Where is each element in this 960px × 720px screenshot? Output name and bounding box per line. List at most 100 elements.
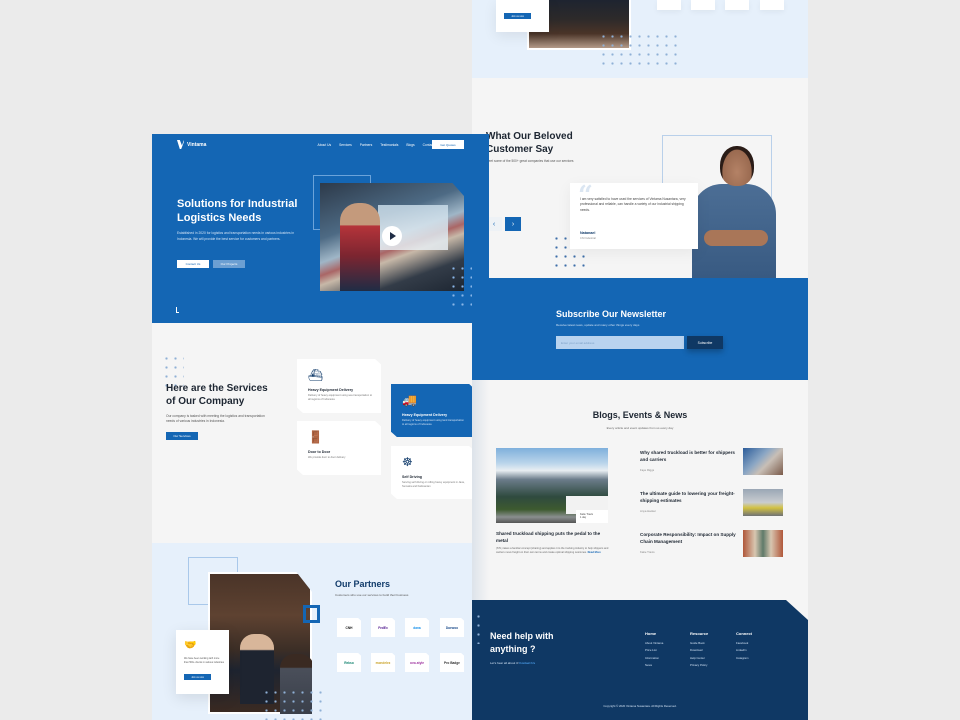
blog-thumbnail[interactable] — [743, 489, 783, 516]
featured-author-tag: Katie Travis 1 day — [576, 510, 608, 523]
footer-heading: Home — [645, 631, 657, 636]
subscribe-button[interactable]: Subscribe — [687, 336, 723, 349]
join-us-button[interactable]: Join us now — [504, 13, 531, 19]
dot-pattern — [474, 612, 480, 644]
partner-logo: Pro Badge — [440, 653, 464, 672]
blog-item[interactable]: Corporate Responsibility: Impact on Supp… — [640, 531, 740, 554]
partners-title: Our Partners — [335, 579, 391, 589]
service-card[interactable]: ⛴ Heavy Equipment Delivery Delivery of h… — [297, 359, 381, 413]
footer-contact-link[interactable]: Contact Us — [519, 661, 535, 665]
blog-title[interactable]: Corporate Responsibility: Impact on Supp… — [640, 531, 740, 545]
partner-logo — [657, 0, 681, 10]
partners-description: Customers who use our services to build … — [335, 593, 409, 597]
footer-link[interactable]: Facebook — [736, 641, 752, 645]
footer-link[interactable]: Privacy Policy — [690, 663, 708, 667]
next-button[interactable]: › — [505, 217, 521, 231]
blogs-description: Every article and event updates from us … — [606, 426, 674, 430]
blog-author: Faye Riggs — [640, 468, 655, 472]
service-card-text: Delivery of heavy equipment using sea tr… — [308, 394, 373, 401]
footer-column-resource: Resource Guide Book Download Help Center… — [690, 631, 708, 671]
nav-about[interactable]: About Us — [318, 143, 332, 147]
testimonial-text: I am very satisfied to have used the ser… — [580, 197, 686, 212]
blog-thumbnail[interactable] — [743, 448, 783, 475]
featured-blog-title[interactable]: Shared truckload shipping puts the pedal… — [496, 530, 612, 544]
partner-logo: FedEx — [371, 618, 395, 637]
service-card[interactable]: 🚪 Door to Door We provide door to door d… — [297, 421, 381, 475]
steering-wheel-icon: ☸ — [402, 455, 413, 469]
brand-logo[interactable]: Vintama — [177, 140, 206, 149]
partner-logo: dana — [405, 618, 429, 637]
join-us-button[interactable]: Join us now — [184, 674, 211, 680]
newsletter-section: Subscribe Our Newsletter Receive latest … — [472, 278, 808, 380]
newsletter-title: Subscribe Our Newsletter — [556, 309, 667, 319]
blog-item[interactable]: The ultimate guide to lowering your frei… — [640, 490, 740, 513]
service-card-active[interactable]: 🚚 Heavy Equipment Delivery Delivery of h… — [391, 384, 475, 437]
page-mockup-left: Vintama About Us Services Partners Testi… — [152, 134, 489, 720]
chevron-right-icon: › — [511, 220, 515, 228]
partner-logo: mondelez — [371, 653, 395, 672]
footer-link[interactable]: LinkedIn — [736, 648, 752, 652]
join-card: Join us now — [496, 0, 549, 32]
nav-services[interactable]: Services — [339, 143, 352, 147]
door-icon: 🚪 — [308, 430, 323, 444]
blog-item[interactable]: Why shared truckload is better for shipp… — [640, 449, 740, 472]
decorative-square — [303, 605, 320, 623]
partner-logo — [691, 0, 715, 10]
nav-testimonials[interactable]: Testimonials — [380, 143, 398, 147]
partners-section-continued: Join us now — [472, 0, 808, 78]
blog-thumbnail[interactable] — [743, 530, 783, 557]
contact-us-button[interactable]: Contact Us — [177, 260, 209, 268]
nav-partners[interactable]: Partners — [360, 143, 372, 147]
partner-logo: Daewoo — [440, 618, 464, 637]
get-quotes-button[interactable]: Get Quotes — [432, 140, 464, 149]
footer-link[interactable]: Help Center — [690, 656, 708, 660]
partner-logo — [725, 0, 749, 10]
footer-column-home: Home About Vintama Price List Informatio… — [645, 631, 663, 671]
featured-blog-image[interactable]: Katie Travis 1 day — [496, 448, 608, 523]
hero-description: Established in 2020 for logistics and tr… — [177, 231, 295, 241]
blog-title[interactable]: The ultimate guide to lowering your frei… — [640, 490, 740, 504]
our-services-button[interactable]: Our Services — [166, 432, 198, 440]
our-projects-button[interactable]: Our Projects — [213, 260, 245, 268]
hero-section: Vintama About Us Services Partners Testi… — [152, 134, 489, 323]
footer-link[interactable]: Information — [645, 656, 663, 660]
service-card-title: Self Driving — [402, 475, 422, 479]
newsletter-description: Receive latest news, update and many oth… — [556, 323, 640, 327]
customer-photo — [692, 146, 776, 278]
hero-edge-strip — [472, 134, 489, 380]
partner-logo — [760, 0, 784, 10]
nav-blogs[interactable]: Blogs — [406, 143, 414, 147]
partners-section: 🤝 We have been working with more than 50… — [152, 543, 489, 720]
decorative-corner — [786, 600, 808, 620]
blog-title[interactable]: Why shared truckload is better for shipp… — [640, 449, 740, 463]
footer-link[interactable]: Price List — [645, 648, 663, 652]
blog-author: Anya Hacker — [640, 509, 657, 513]
ship-icon: ⛴ — [308, 368, 324, 382]
footer-link[interactable]: About Vintama — [645, 641, 663, 645]
testimonial-company: CNI Industrial — [580, 237, 596, 240]
service-card-text: Serving self driving or rolling heavy eq… — [402, 481, 465, 488]
play-button[interactable] — [382, 226, 402, 246]
copyright: Copyright © 2020 Vintama Nusantara. All … — [603, 704, 677, 708]
join-card-text: We have been working with more than 500+… — [184, 657, 224, 664]
footer-heading: Connect — [736, 631, 752, 636]
read-more-link[interactable]: Read More — [588, 551, 601, 554]
truck-icon: 🚚 — [402, 393, 417, 407]
footer-heading: Resource — [690, 631, 709, 636]
scroll-down-icon[interactable] — [176, 307, 179, 313]
blogs-title: Blogs, Events & News — [592, 410, 688, 420]
play-icon — [390, 232, 396, 240]
footer-link[interactable]: Instagram — [736, 656, 752, 660]
footer-link[interactable]: Guide Book — [690, 641, 708, 645]
footer-link[interactable]: Download — [690, 648, 708, 652]
main-nav: About Us Services Partners Testimonials … — [318, 143, 434, 147]
footer-link[interactable]: News — [645, 663, 663, 667]
service-card-title: Heavy Equipment Delivery — [308, 388, 354, 392]
brand-name: Vintama — [187, 141, 207, 148]
footer-title: Need help with anything ? — [490, 631, 554, 654]
service-card[interactable]: ☸ Self Driving Serving self driving or r… — [391, 446, 475, 499]
footer-column-connect: Connect Facebook LinkedIn Instagram — [736, 631, 752, 663]
email-input[interactable]: Enter your email address — [556, 336, 684, 349]
column-shadow — [472, 380, 489, 600]
hero-video-thumbnail[interactable] — [320, 183, 464, 291]
